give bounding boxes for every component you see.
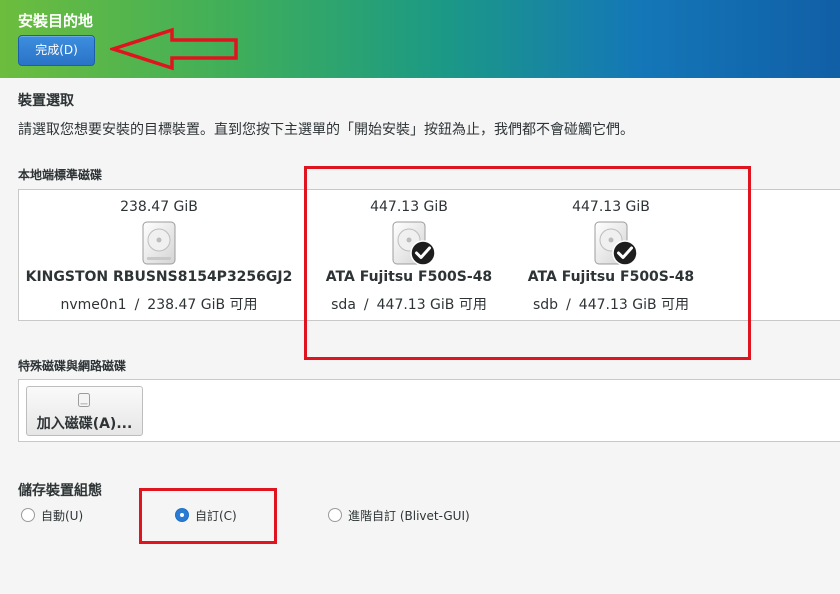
device-selection-instruction: 請選取您想要安裝的目標裝置。直到您按下主選單的「開始安裝」按鈕為止，我們都不會碰… xyxy=(18,122,634,138)
local-disks-panel: 238.47 GiB KINGSTON RBUSNS8154P3256GJ2 n… xyxy=(18,189,840,321)
disk-nvme0n1[interactable]: 238.47 GiB KINGSTON RBUSNS8154P3256GJ2 n… xyxy=(19,190,299,320)
disk-sdb[interactable]: 447.13 GiB ATA Fujitsu F500S-48 sdb / 447.… xyxy=(471,190,751,320)
local-disks-label: 本地端標準磁碟 xyxy=(18,168,103,182)
radio-advanced-custom[interactable]: 進階自訂 (Blivet-GUI) xyxy=(328,506,470,524)
radio-button[interactable] xyxy=(328,508,342,522)
done-button[interactable]: 完成(D) xyxy=(18,35,95,66)
red-arrow-annotation xyxy=(110,27,238,71)
radio-button[interactable] xyxy=(21,508,35,522)
storage-config-title: 儲存裝置組態 xyxy=(18,483,102,499)
radio-custom[interactable]: 自訂(C) xyxy=(175,506,237,524)
page-title: 安裝目的地 xyxy=(18,12,94,30)
separator: / xyxy=(566,297,571,313)
header-bar: 安裝目的地 完成(D) xyxy=(0,0,840,78)
disk-device: sda xyxy=(331,297,356,313)
disk-free-space: 447.13 GiB 可用 xyxy=(578,297,690,313)
radio-label: 進階自訂 (Blivet-GUI) xyxy=(348,508,470,523)
disk-size: 238.47 GiB xyxy=(120,199,198,215)
special-disks-panel: 加入磁碟(A)... xyxy=(18,379,840,442)
hard-disk-checked-icon xyxy=(594,221,638,266)
device-selection-title: 裝置選取 xyxy=(18,93,74,109)
disk-icon xyxy=(78,393,90,407)
disk-size: 447.13 GiB xyxy=(572,199,650,215)
disk-free-space: 238.47 GiB 可用 xyxy=(147,297,258,313)
radio-automatic[interactable]: 自動(U) xyxy=(21,506,83,524)
radio-label: 自動(U) xyxy=(41,508,84,523)
hard-disk-icon xyxy=(142,221,176,265)
separator: / xyxy=(134,297,140,313)
disk-name: ATA Fujitsu F500S-48 xyxy=(527,269,695,285)
disk-detail: sdb / 447.13 GiB 可用 xyxy=(471,294,751,314)
radio-button-checked[interactable] xyxy=(175,508,189,522)
add-disk-label: 加入磁碟(A)... xyxy=(36,416,133,432)
disk-device: nvme0n1 xyxy=(60,297,127,313)
disk-device: sdb xyxy=(532,297,559,313)
add-disk-button[interactable]: 加入磁碟(A)... xyxy=(26,386,143,436)
separator: / xyxy=(363,297,369,313)
hard-disk-checked-icon xyxy=(392,221,436,266)
disk-detail: nvme0n1 / 238.47 GiB 可用 xyxy=(19,294,299,314)
special-disks-label: 特殊磁碟與網路磁碟 xyxy=(18,359,127,373)
disk-name: KINGSTON RBUSNS8154P3256GJ2 xyxy=(25,269,293,285)
radio-label: 自訂(C) xyxy=(195,508,237,523)
